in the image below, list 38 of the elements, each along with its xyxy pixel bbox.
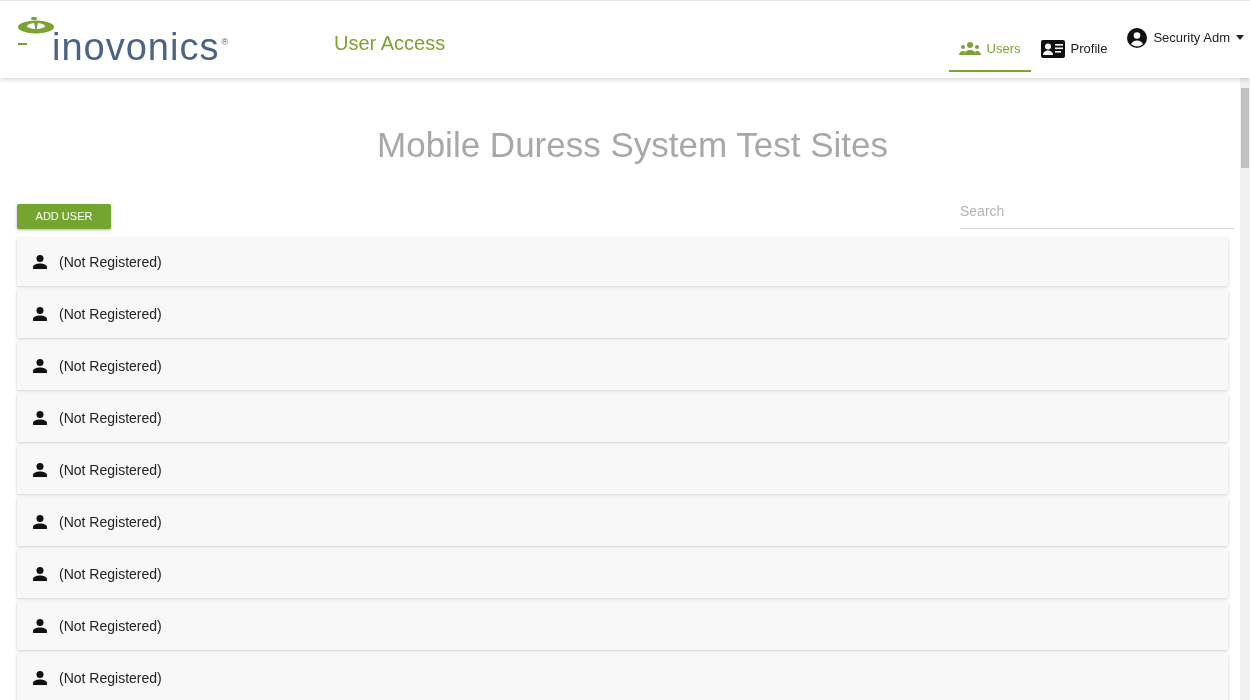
person-icon (33, 411, 47, 425)
id-card-icon (1040, 39, 1065, 58)
user-row[interactable]: (Not Registered) (17, 446, 1228, 494)
person-icon (33, 359, 47, 373)
person-icon (33, 515, 47, 529)
page-title: Mobile Duress System Test Sites (376, 124, 889, 166)
user-name: (Not Registered) (59, 356, 162, 376)
person-icon (33, 567, 47, 581)
user-row[interactable]: (Not Registered) (17, 550, 1228, 598)
user-row[interactable]: (Not Registered) (17, 238, 1228, 286)
person-icon (33, 619, 47, 633)
user-row[interactable]: (Not Registered) (17, 602, 1228, 650)
registered-mark: ® (221, 35, 229, 49)
user-name: (Not Registered) (59, 408, 162, 428)
person-icon (33, 671, 47, 685)
user-name: (Not Registered) (59, 668, 162, 688)
user-row[interactable]: (Not Registered) (17, 342, 1228, 390)
user-row[interactable]: (Not Registered) (17, 498, 1228, 546)
caret-icon (1236, 35, 1244, 40)
search-field[interactable]: Search (960, 201, 1234, 229)
user-name: (Not Registered) (59, 252, 162, 272)
user-name: (Not Registered) (59, 304, 162, 324)
user-name: (Not Registered) (59, 460, 162, 480)
account-icon (1127, 27, 1148, 48)
user-row[interactable]: (Not Registered) (17, 290, 1228, 338)
person-icon (33, 255, 47, 269)
person-icon (33, 307, 47, 321)
logo-text: inovonics (52, 27, 220, 66)
app-title: User Access (334, 30, 446, 56)
users-icon (958, 41, 981, 56)
user-row[interactable]: (Not Registered) (17, 394, 1228, 442)
user-row[interactable]: (Not Registered) (17, 654, 1228, 700)
nav-tab[interactable]: Profile (1030, 27, 1118, 72)
user-name: (Not Registered) (59, 616, 162, 636)
user-name: (Not Registered) (59, 564, 162, 584)
person-icon (33, 463, 47, 477)
account-menu[interactable]: Security Adm (1127, 27, 1244, 48)
user-name: (Not Registered) (59, 512, 162, 532)
